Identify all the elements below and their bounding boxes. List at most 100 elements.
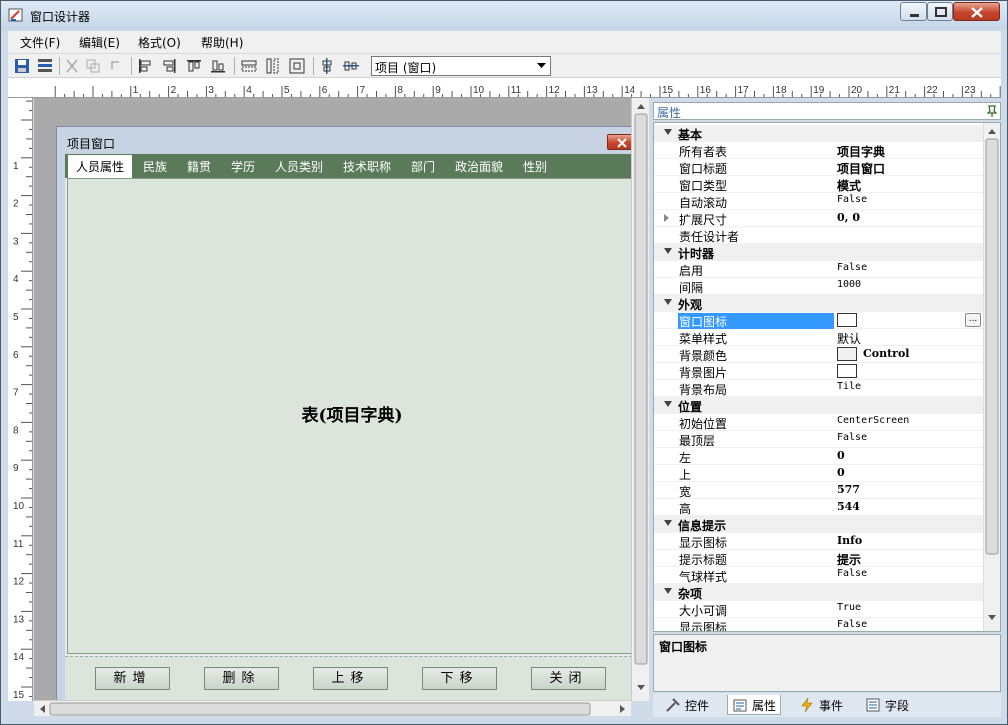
property-value[interactable]: 0, 0 [837, 211, 860, 224]
property-row[interactable]: 菜单样式 默认 [654, 329, 985, 346]
property-row[interactable]: 窗口类型 模式 [654, 176, 985, 193]
property-row[interactable]: 所有者表 项目字典 [654, 142, 985, 159]
tab-properties[interactable]: 属性 [727, 695, 782, 715]
property-row[interactable]: 最顶层 False [654, 431, 985, 448]
maximize-button[interactable] [927, 2, 953, 21]
property-grid-scrollbar[interactable] [983, 123, 1000, 631]
property-row[interactable]: 窗口标题 项目窗口 [654, 159, 985, 176]
menu-format[interactable]: 格式(O) [138, 34, 181, 51]
property-row[interactable]: 背景颜色 Control [654, 346, 985, 363]
property-value[interactable]: Info [837, 534, 862, 547]
collapse-triangle-icon[interactable] [664, 520, 672, 526]
delete-button[interactable]: 删除 [204, 667, 279, 690]
property-row[interactable]: 窗口图标... [654, 312, 985, 329]
menu-edit[interactable]: 编辑(E) [79, 34, 120, 51]
property-value[interactable]: 提示 [837, 551, 861, 568]
copy-icon[interactable] [84, 57, 102, 75]
close-button[interactable] [953, 2, 1000, 21]
tab-gender[interactable]: 性别 [523, 158, 547, 175]
property-value[interactable]: 项目窗口 [837, 160, 885, 177]
tab-education[interactable]: 学历 [231, 158, 255, 175]
tab-personnel-category[interactable]: 人员类别 [275, 158, 323, 175]
same-width-icon[interactable] [240, 57, 258, 75]
property-row[interactable]: 上0 [654, 465, 985, 482]
tab-personnel-attributes[interactable]: 人员属性 [68, 155, 133, 178]
property-value[interactable]: 模式 [837, 177, 861, 194]
property-category[interactable]: 外观 [654, 295, 985, 312]
same-size-icon[interactable] [288, 57, 306, 75]
property-value[interactable]: 项目字典 [837, 143, 885, 160]
canvas-vertical-scrollbar[interactable] [631, 98, 649, 701]
tab-department[interactable]: 部门 [411, 158, 435, 175]
property-row[interactable]: 显示图标 False [654, 618, 985, 631]
center-horizontal-icon[interactable] [342, 57, 360, 75]
property-row[interactable]: 左0 [654, 448, 985, 465]
save-icon[interactable] [13, 57, 31, 75]
align-top-icon[interactable] [185, 57, 203, 75]
collapse-triangle-icon[interactable] [664, 248, 672, 254]
minimize-button[interactable] [900, 2, 927, 21]
property-row[interactable]: 责任设计者 [654, 227, 985, 244]
property-category[interactable]: 位置 [654, 397, 985, 414]
property-row[interactable]: 自动滚动 False [654, 193, 985, 210]
cut-icon[interactable] [63, 57, 81, 75]
property-value[interactable]: 577 [837, 483, 860, 496]
property-category[interactable]: 基本 [654, 125, 985, 142]
tab-order-icon[interactable] [36, 57, 54, 75]
object-selector-dropdown[interactable]: 项目 (窗口) [371, 56, 551, 76]
menu-help[interactable]: 帮助(H) [201, 34, 243, 51]
tab-technical-title[interactable]: 技术职称 [343, 158, 391, 175]
property-value[interactable]: False [837, 262, 867, 273]
property-value[interactable]: 1000 [837, 279, 861, 290]
tab-political-status[interactable]: 政治面貌 [455, 158, 503, 175]
menu-file[interactable]: 文件(F) [20, 34, 60, 51]
tab-controls[interactable]: 控件 [661, 695, 713, 715]
tab-native-place[interactable]: 籍贯 [187, 158, 211, 175]
property-row[interactable]: 显示图标 Info [654, 533, 985, 550]
align-bottom-icon[interactable] [209, 57, 227, 75]
property-row[interactable]: 扩展尺寸 0, 0 [654, 210, 985, 227]
move-up-button[interactable]: 上移 [313, 667, 388, 690]
property-row[interactable]: 背景图片 [654, 363, 985, 380]
property-value[interactable]: True [837, 602, 861, 613]
tab-content-area[interactable]: 表(项目字典) [67, 178, 631, 654]
move-down-button[interactable]: 下移 [422, 667, 497, 690]
property-value[interactable]: 544 [837, 500, 860, 513]
tab-ethnicity[interactable]: 民族 [143, 158, 167, 175]
align-left-icon[interactable] [136, 57, 154, 75]
collapse-triangle-icon[interactable] [664, 588, 672, 594]
property-value[interactable]: 0 [837, 449, 845, 462]
property-category[interactable]: 信息提示 [654, 516, 985, 533]
form-window[interactable]: 项目窗口 人员属性 民族 籍贯 学历 人员类别 技术职称 部门 政治面貌 性别 … [56, 126, 631, 701]
close-form-button[interactable]: 关闭 [531, 667, 606, 690]
paste-icon[interactable] [107, 57, 125, 75]
property-value[interactable]: 0 [837, 466, 845, 479]
tab-events[interactable]: 事件 [795, 695, 847, 715]
property-row[interactable]: 宽 577 [654, 482, 985, 499]
design-canvas[interactable]: 项目窗口 人员属性 民族 籍贯 学历 人员类别 技术职称 部门 政治面貌 性别 … [34, 98, 631, 701]
center-vertical-icon[interactable] [318, 57, 336, 75]
expand-triangle-icon[interactable] [664, 214, 669, 222]
add-button[interactable]: 新增 [95, 667, 170, 690]
canvas-horizontal-scrollbar[interactable] [34, 700, 631, 716]
collapse-triangle-icon[interactable] [664, 401, 672, 407]
property-row[interactable]: 间隔 1000 [654, 278, 985, 295]
property-row[interactable]: 启用 False [654, 261, 985, 278]
property-value[interactable]: CenterScreen [837, 415, 909, 426]
property-row[interactable]: 高 544 [654, 499, 985, 516]
property-value[interactable]: Control [837, 347, 909, 361]
form-close-button[interactable] [607, 134, 631, 150]
tab-fields[interactable]: 字段 [861, 695, 913, 715]
property-row[interactable]: 大小可调 True [654, 601, 985, 618]
same-height-icon[interactable] [264, 57, 282, 75]
property-value[interactable]: False [837, 568, 867, 579]
property-value[interactable]: 默认 [837, 330, 861, 347]
property-row[interactable]: 提示标题 提示 [654, 550, 985, 567]
align-right-icon[interactable] [160, 57, 178, 75]
property-value[interactable] [837, 313, 863, 327]
property-category[interactable]: 杂项 [654, 584, 985, 601]
property-row[interactable]: 初始位置 CenterScreen [654, 414, 985, 431]
property-value[interactable]: Tile [837, 381, 861, 392]
property-value[interactable]: False [837, 619, 867, 630]
collapse-triangle-icon[interactable] [664, 299, 672, 305]
